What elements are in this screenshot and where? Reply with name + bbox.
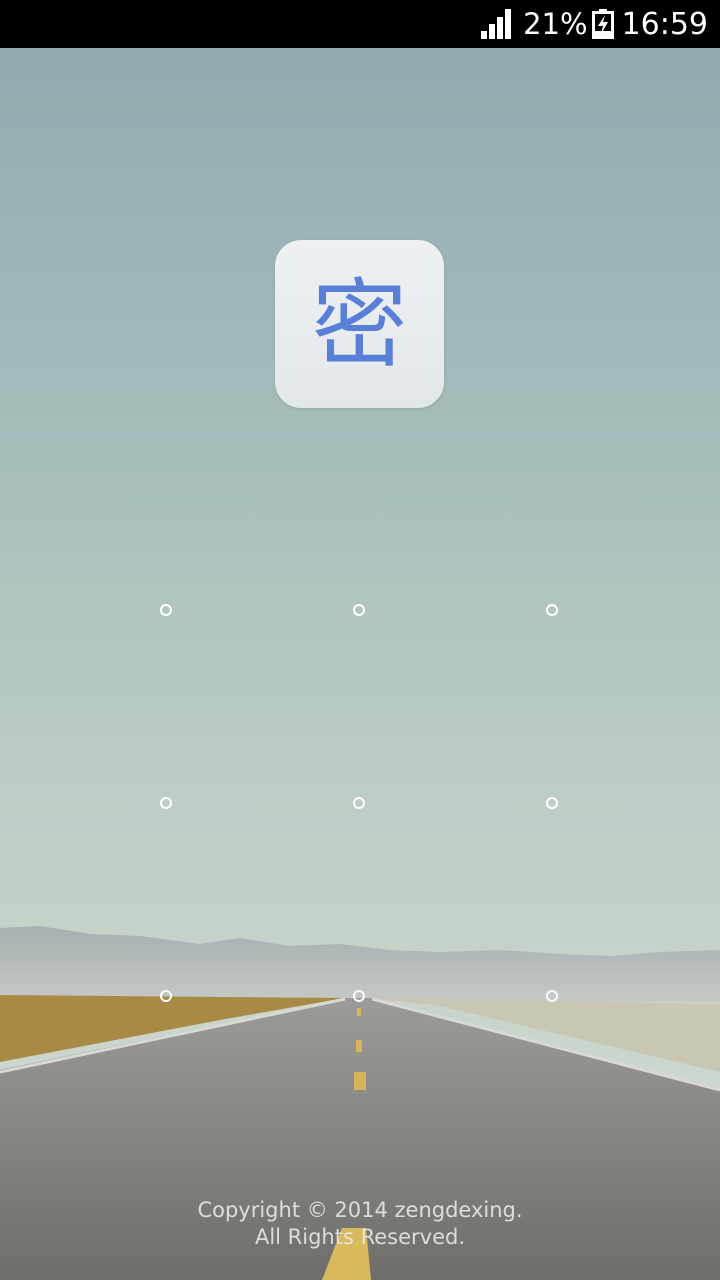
pattern-dot-4[interactable] [160,797,172,809]
pattern-dot-6[interactable] [546,797,558,809]
copyright-line-2: All Rights Reserved. [254,1225,466,1249]
pattern-dot-3[interactable] [546,604,558,616]
lock-screen: 21% 16:59 密 Copyright © 2014 zengdexing.… [0,0,720,1280]
pattern-dot-9[interactable] [546,990,558,1002]
pattern-dot-1[interactable] [160,604,172,616]
pattern-lock-grid[interactable] [0,0,720,1280]
pattern-dot-8[interactable] [353,990,365,1002]
pattern-dot-2[interactable] [353,604,365,616]
pattern-dot-7[interactable] [160,990,172,1002]
copyright-line-1: Copyright © 2014 zengdexing. [197,1198,523,1222]
pattern-dot-5[interactable] [353,797,365,809]
copyright-text: Copyright © 2014 zengdexing. All Rights … [0,1197,720,1251]
